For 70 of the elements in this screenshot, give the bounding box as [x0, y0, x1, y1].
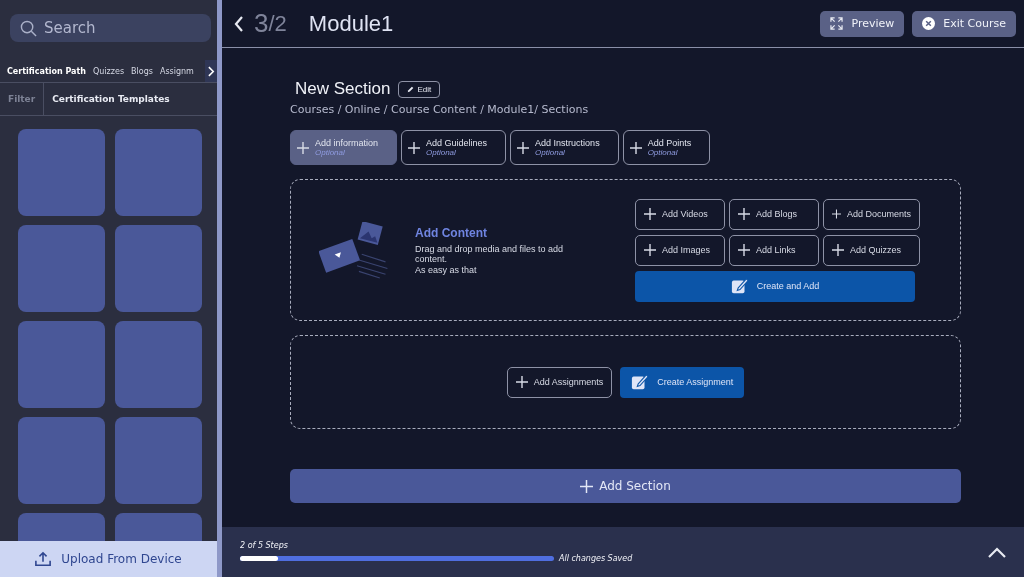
add-media-button[interactable]: Add Videos: [635, 198, 725, 230]
add-option-button[interactable]: Add information Optional: [290, 130, 398, 165]
sidebar-tab[interactable]: Certification Path: [7, 66, 86, 76]
breadcrumb: Courses / Online / Course Content / Module1/ Sections: [290, 103, 590, 116]
template-tile[interactable]: [18, 513, 105, 541]
sidebar-tab[interactable]: Assignm: [159, 66, 194, 76]
section-title: New Section: [295, 79, 391, 99]
add-option-button[interactable]: Add Points Optional: [622, 130, 711, 165]
add-media-button[interactable]: Add Links: [729, 234, 819, 266]
add-option-button[interactable]: Add Instructions Optional: [510, 130, 619, 165]
plus-icon: [832, 208, 841, 220]
search-icon: [20, 20, 37, 37]
search-field[interactable]: Search: [10, 14, 211, 42]
template-tile[interactable]: [115, 129, 202, 216]
add-media-button[interactable]: Add Blogs: [729, 198, 819, 230]
plus-icon: [644, 208, 656, 220]
template-tile[interactable]: [115, 225, 202, 312]
close-icon: [922, 17, 936, 30]
content-note: As easy as that: [415, 264, 478, 275]
template-tile[interactable]: [115, 321, 202, 408]
plus-icon: [629, 141, 642, 154]
upload-button[interactable]: Upload From Device: [0, 541, 217, 577]
plus-icon: [297, 141, 309, 154]
step-total: /2: [268, 10, 287, 37]
assignment-drop-zone[interactable]: Add Assignments Create Assignment: [290, 335, 961, 429]
content-title: Add Content: [415, 225, 488, 240]
add-media-button[interactable]: Add Quizzes: [823, 234, 920, 266]
edit-icon: [631, 373, 650, 391]
plus-icon: [644, 244, 656, 256]
template-tile[interactable]: [18, 129, 105, 216]
template-tile[interactable]: [18, 417, 105, 504]
edit-button[interactable]: Edit: [398, 80, 441, 98]
preview-button[interactable]: Preview: [820, 10, 905, 37]
plus-icon: [738, 244, 750, 256]
plus-icon: [738, 208, 750, 220]
add-media-button[interactable]: Add Images: [635, 234, 725, 266]
expand-icon: [830, 17, 844, 30]
step-number: 3: [254, 8, 269, 39]
upload-icon: [35, 551, 52, 567]
filter-tab[interactable]: Certification Templates: [43, 83, 178, 115]
exit-course-button[interactable]: Exit Course: [912, 10, 1016, 37]
content-description: Drag and drop media and files to add content.: [415, 243, 565, 264]
add-assignments-button[interactable]: Add Assignments: [506, 366, 613, 398]
template-tile[interactable]: [115, 417, 202, 504]
save-status: All changes Saved: [559, 554, 633, 563]
create-assignment-button[interactable]: Create Assignment: [620, 366, 745, 398]
plus-icon: [580, 479, 594, 493]
edit-icon: [730, 277, 749, 295]
back-icon: [234, 15, 244, 32]
module-title: Module1: [308, 10, 395, 37]
collapse-button[interactable]: [988, 546, 1006, 558]
filter-tab[interactable]: Filter: [0, 83, 44, 115]
chevron-right-icon[interactable]: [207, 65, 215, 77]
sidebar-tab[interactable]: Blogs: [131, 66, 153, 76]
chevron-up-icon: [988, 546, 1006, 558]
plus-icon: [408, 141, 421, 154]
add-section-button[interactable]: Add Section: [290, 469, 961, 503]
template-tile[interactable]: [18, 321, 105, 408]
template-tile[interactable]: [18, 225, 105, 312]
plus-icon: [832, 244, 844, 256]
plus-icon: [515, 376, 528, 388]
pencil-icon: [407, 85, 415, 93]
steps-label: 2 of 5 Steps: [240, 541, 289, 550]
template-tile[interactable]: [115, 513, 202, 541]
add-option-button[interactable]: Add Guidelines Optional: [401, 130, 507, 165]
create-and-add-button[interactable]: Create and Add: [635, 270, 915, 302]
content-drop-zone[interactable]: Add Content Drag and drop media and files to add content. As easy as that Add Videos Add Blogs Add Documents Add Images Add Links Add Quizzes Create and Add: [290, 179, 961, 321]
add-media-button[interactable]: Add Documents: [823, 198, 920, 230]
sidebar-tab[interactable]: Quizzes: [93, 66, 125, 76]
plus-icon: [517, 141, 530, 154]
